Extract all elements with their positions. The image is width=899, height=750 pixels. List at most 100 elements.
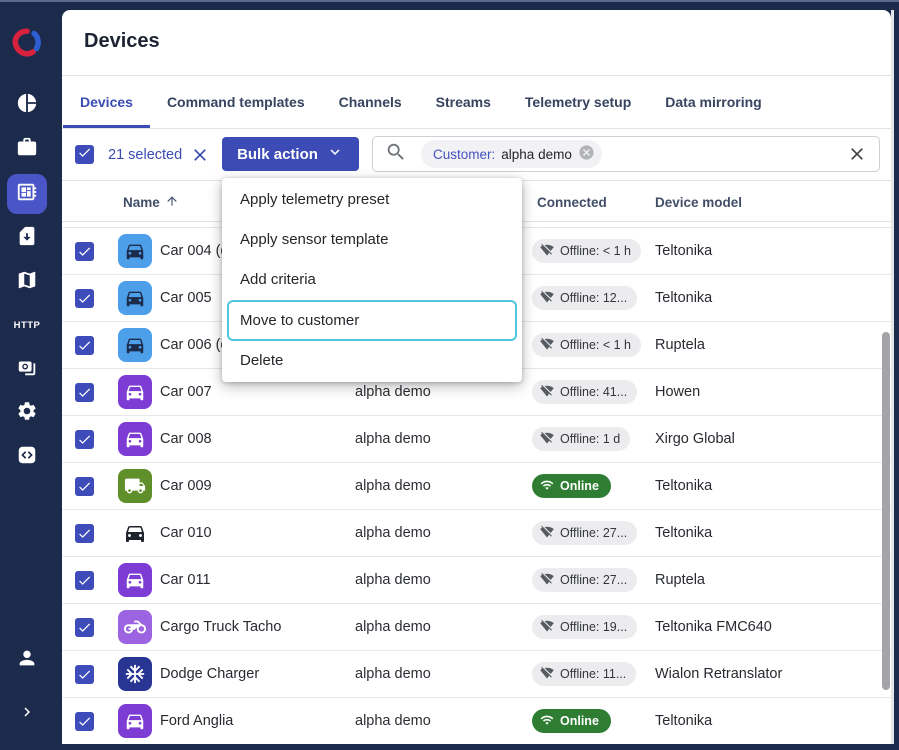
column-header-connected[interactable]: Connected: [537, 181, 607, 223]
clear-selection-icon[interactable]: [190, 145, 210, 165]
row-checkbox[interactable]: [75, 477, 94, 496]
row-checkbox[interactable]: [75, 618, 94, 637]
row-checkbox[interactable]: [75, 336, 94, 355]
tab-channels[interactable]: Channels: [322, 76, 419, 128]
wifi-off-icon: [540, 666, 554, 683]
device-type-car-icon: [118, 516, 152, 550]
menu-item-delete[interactable]: Delete: [222, 341, 522, 381]
status-text: Offline: 19...: [560, 620, 627, 634]
device-row[interactable]: Car 008alpha demoOffline: 1 dXirgo Globa…: [62, 415, 891, 462]
device-customer: alpha demo: [355, 463, 431, 509]
row-checkbox[interactable]: [75, 242, 94, 261]
device-type-car-icon: [118, 328, 152, 362]
tab-devices[interactable]: Devices: [63, 76, 150, 128]
search-input[interactable]: Customer: alpha demo: [372, 136, 880, 172]
sidebar-item-dashboard[interactable]: [7, 85, 47, 125]
menu-item-apply-sensor-template[interactable]: Apply sensor template: [222, 220, 522, 260]
device-name: Cargo Truck Tacho: [160, 604, 281, 650]
tab-streams[interactable]: Streams: [419, 76, 508, 128]
device-row[interactable]: Car 009 alpha demo Online Teltonika: [62, 462, 891, 509]
wifi-off-icon: [540, 431, 554, 448]
device-row[interactable]: Car 010alpha demoOffline: 27...Teltonika: [62, 509, 891, 556]
device-name: Car 010: [160, 510, 212, 556]
wifi-off-icon: [540, 619, 554, 636]
sidebar-item-tokens[interactable]: [7, 437, 47, 477]
chip-key: Customer:: [433, 147, 495, 162]
window-top-edge: [0, 0, 899, 2]
row-checkbox[interactable]: [75, 524, 94, 543]
app-logo[interactable]: [8, 24, 46, 62]
device-customer: alpha demo: [355, 557, 431, 603]
check-icon: [77, 145, 92, 165]
wifi-off-icon: [540, 243, 554, 260]
device-row[interactable]: Ford Angliaalpha demoOnlineTeltonika: [62, 697, 891, 744]
search-icon: [385, 141, 407, 168]
menu-item-move-to-customer[interactable]: Move to customer: [227, 300, 517, 341]
device-model: Xirgo Global: [655, 416, 735, 462]
row-checkbox[interactable]: [75, 383, 94, 402]
sidebar: HTTP: [0, 2, 56, 750]
bulk-action-menu: Apply telemetry presetApply sensor templ…: [222, 178, 522, 382]
sidebar-item-http[interactable]: HTTP: [7, 305, 47, 345]
row-checkbox[interactable]: [75, 665, 94, 684]
row-checkbox[interactable]: [75, 430, 94, 449]
device-model: Teltonika: [655, 510, 712, 556]
column-header-name[interactable]: Name: [123, 181, 179, 223]
column-header-device-model[interactable]: Device model: [655, 181, 742, 223]
device-type-car-icon: [118, 375, 152, 409]
chip-remove-icon[interactable]: [578, 144, 595, 164]
device-row[interactable]: Car 011alpha demoOffline: 27...Ruptela: [62, 556, 891, 603]
device-model: Teltonika FMC640: [655, 604, 772, 650]
status-text: Offline: 11...: [560, 667, 626, 681]
device-name: Car 008: [160, 416, 212, 462]
tab-telemetry-setup[interactable]: Telemetry setup: [508, 76, 648, 128]
sidebar-item-devices[interactable]: [7, 174, 47, 214]
menu-item-apply-telemetry-preset[interactable]: Apply telemetry preset: [222, 180, 522, 220]
connection-status-badge: Online: [532, 709, 611, 733]
device-customer: alpha demo: [355, 651, 431, 697]
row-checkbox[interactable]: [75, 289, 94, 308]
sidebar-item-media[interactable]: [7, 349, 47, 389]
sidebar-item-account[interactable]: [7, 640, 47, 680]
connection-status-badge: Online: [532, 474, 611, 498]
device-type-snowflake-icon: [118, 657, 152, 691]
sidebar-item-toolbox[interactable]: [7, 129, 47, 169]
device-model: Teltonika: [655, 698, 712, 744]
pie-chart-icon: [16, 92, 38, 119]
device-name: Car 009: [160, 463, 212, 509]
status-text: Offline: 1 d: [560, 432, 620, 446]
chip-value: alpha demo: [501, 147, 572, 162]
device-model: Teltonika: [655, 463, 712, 509]
wifi-off-icon: [540, 337, 554, 354]
sidebar-item-storage[interactable]: [7, 218, 47, 258]
bulk-action-button[interactable]: Bulk action: [222, 137, 359, 171]
selection-toolbar: 21 selected Bulk action Customer: alpha …: [62, 129, 891, 180]
sidebar-item-map[interactable]: [7, 262, 47, 302]
device-name: Dodge Charger: [160, 651, 259, 697]
board-icon: [16, 181, 38, 208]
briefcase-icon: [16, 136, 38, 163]
connection-status-badge: Offline: < 1 h: [532, 239, 641, 263]
device-type-car-icon: [118, 563, 152, 597]
status-text: Offline: < 1 h: [560, 244, 631, 258]
device-type-car-icon: [118, 422, 152, 456]
status-text: Online: [560, 479, 599, 493]
tab-command-templates[interactable]: Command templates: [150, 76, 322, 128]
device-row[interactable]: Dodge Chargeralpha demoOffline: 11...Wia…: [62, 650, 891, 697]
sidebar-item-expand[interactable]: [7, 694, 47, 734]
status-text: Online: [560, 714, 599, 728]
menu-item-add-criteria[interactable]: Add criteria: [222, 260, 522, 300]
device-name: Car 006 (d: [160, 322, 229, 368]
select-all-checkbox[interactable]: [75, 145, 94, 164]
filter-chip-customer[interactable]: Customer: alpha demo: [421, 140, 602, 168]
device-row[interactable]: Cargo Truck Tachoalpha demoOffline: 19..…: [62, 603, 891, 650]
connection-status-badge: Offline: 12...: [532, 286, 637, 310]
search-clear-icon[interactable]: [847, 144, 867, 164]
tab-data-mirroring[interactable]: Data mirroring: [648, 76, 778, 128]
scrollbar-thumb[interactable]: [882, 332, 890, 690]
device-customer: alpha demo: [355, 698, 431, 744]
row-checkbox[interactable]: [75, 571, 94, 590]
row-checkbox[interactable]: [75, 712, 94, 731]
scroll-gutter: [891, 10, 894, 744]
sidebar-item-settings[interactable]: [7, 393, 47, 433]
